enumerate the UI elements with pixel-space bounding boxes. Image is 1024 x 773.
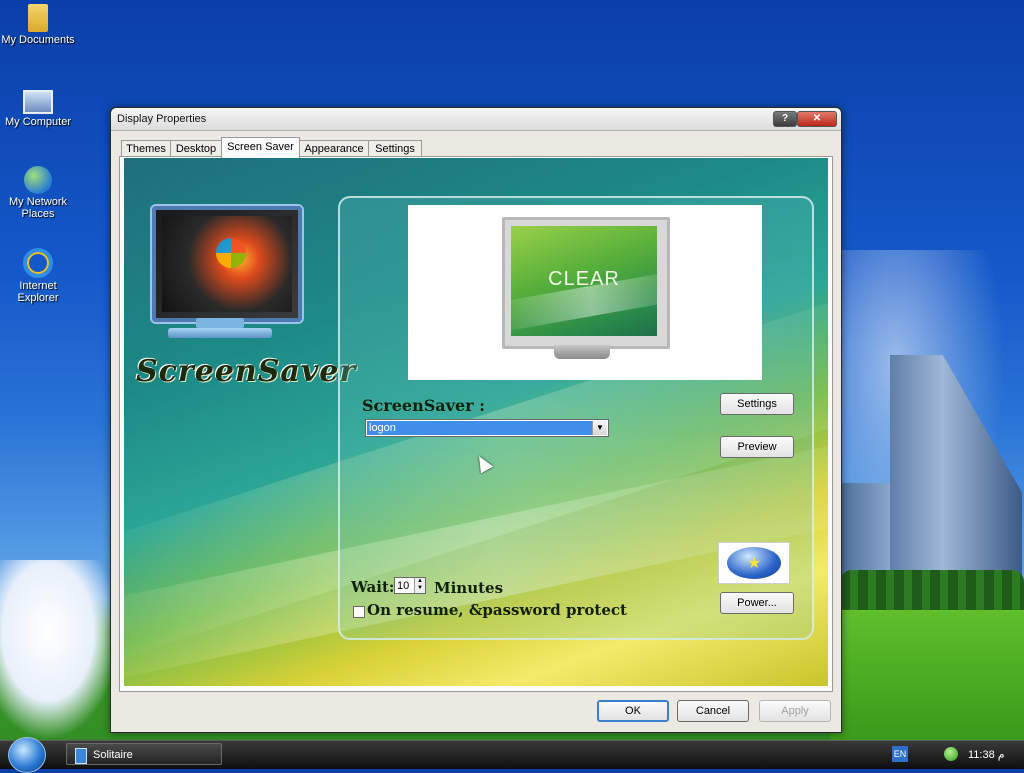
power-button[interactable]: Power...: [720, 592, 794, 614]
desktop-icon-my-network-places[interactable]: My Network Places: [0, 166, 76, 220]
system-clock[interactable]: 11:38 م: [968, 748, 1005, 761]
wait-minutes-value: 10: [397, 580, 410, 592]
display-properties-window: Display Properties ? ✕ Themes Desktop Sc…: [110, 107, 842, 733]
tab-screen-saver[interactable]: Screen Saver: [221, 137, 300, 158]
computer-icon: [23, 90, 53, 114]
star-icon: ★: [747, 555, 762, 572]
windows-logo-icon: [216, 238, 246, 268]
minutes-label: Minutes: [434, 579, 504, 597]
cloud: [0, 560, 120, 740]
security-tray-icon[interactable]: [944, 747, 958, 761]
network-icon: [24, 166, 52, 194]
desktop-icon-label: My Computer: [4, 116, 72, 128]
stepper-arrows-icon[interactable]: ▲ ▼: [414, 578, 425, 593]
desktop-icon-label: Internet Explorer: [17, 280, 59, 304]
desktop-icon-my-computer[interactable]: My Computer: [0, 84, 76, 128]
taskbar-item-label: Solitaire: [93, 749, 133, 761]
monitor-base: [168, 328, 272, 338]
close-button[interactable]: ✕: [797, 111, 837, 127]
language-indicator[interactable]: EN: [892, 746, 908, 762]
monitor-stand: [196, 318, 244, 328]
screensaver-select-value: logon: [367, 421, 592, 435]
ie-icon: [23, 248, 53, 278]
desktop-icon-internet-explorer[interactable]: Internet Explorer: [0, 248, 76, 304]
screensaver-settings-button[interactable]: Settings: [720, 393, 794, 415]
desktop-icon-label: My Documents: [1, 34, 75, 46]
screen-saver-panel: ScreenSaver CLEAR ScreenSaver : logon ▼ …: [119, 156, 833, 692]
preview-monitor: CLEAR: [502, 217, 670, 349]
ok-button[interactable]: OK: [597, 700, 669, 722]
help-button[interactable]: ?: [773, 111, 797, 127]
folder-icon: [28, 4, 48, 32]
grass: [830, 610, 1024, 740]
screensaver-select[interactable]: logon ▼: [365, 419, 609, 437]
taskbar-item-solitaire[interactable]: Solitaire: [66, 743, 222, 765]
cancel-button[interactable]: Cancel: [677, 700, 749, 722]
screensaver-label: ScreenSaver :: [362, 396, 486, 415]
password-protect-label[interactable]: On resume, &password protect: [367, 601, 627, 619]
password-protect-checkbox[interactable]: [353, 606, 365, 618]
desktop-icon-my-documents[interactable]: My Documents: [0, 4, 76, 46]
preview-text: CLEAR: [548, 268, 620, 290]
screensaver-brand-title: ScreenSaver: [136, 354, 357, 389]
wait-minutes-stepper[interactable]: 10 ▲ ▼: [394, 577, 426, 594]
preview-monitor-stand: [554, 345, 610, 359]
taskbar: Solitaire EN 11:38 م: [0, 737, 1024, 773]
solitaire-icon: [75, 748, 87, 764]
power-logo-image: ★: [718, 542, 790, 584]
desktop-icon-label: My Network Places: [8, 196, 68, 220]
window-title: Display Properties: [117, 113, 207, 125]
chevron-down-icon[interactable]: ▼: [592, 421, 607, 435]
apply-button[interactable]: Apply: [759, 700, 831, 722]
title-bar[interactable]: Display Properties ? ✕: [111, 108, 841, 131]
preview-screen: CLEAR: [511, 226, 657, 336]
panel-background: ScreenSaver CLEAR ScreenSaver : logon ▼ …: [124, 158, 828, 686]
wait-label: Wait:: [351, 578, 395, 596]
preview-button[interactable]: Preview: [720, 436, 794, 458]
screensaver-preview: CLEAR: [408, 205, 762, 380]
monitor-illustration: [152, 206, 302, 322]
